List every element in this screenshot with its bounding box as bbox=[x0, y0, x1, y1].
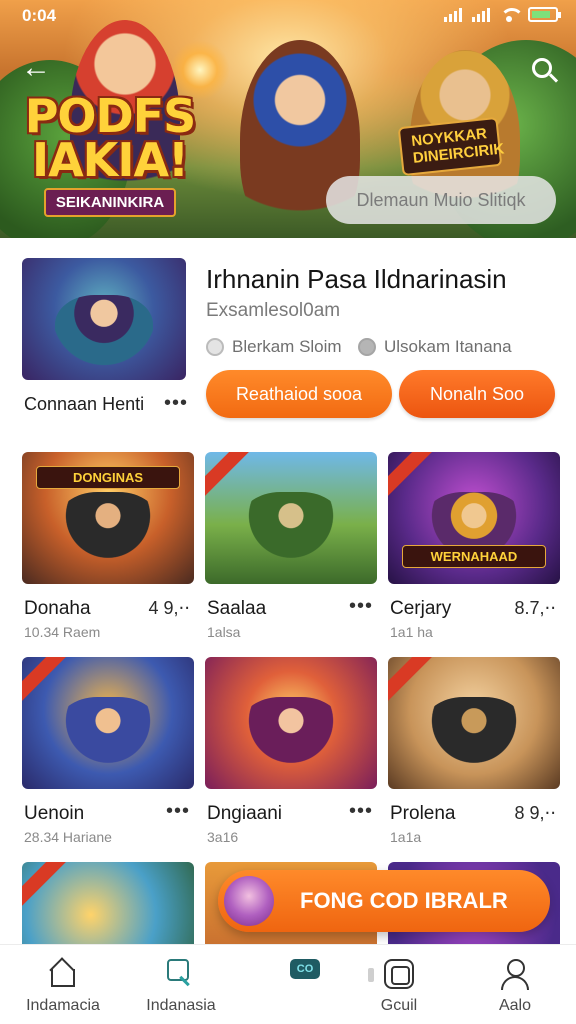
nav-item-home[interactable]: Indamacia bbox=[8, 945, 118, 1024]
search-button[interactable] bbox=[522, 48, 562, 88]
game-card[interactable]: Saalaa ••• 1alsa bbox=[205, 452, 377, 642]
game-thumbnail bbox=[205, 657, 377, 789]
game-thumbnail bbox=[22, 862, 194, 944]
more-options-button[interactable]: ••• bbox=[349, 595, 373, 618]
game-art bbox=[56, 696, 160, 776]
mascot-avatar-icon bbox=[224, 876, 274, 926]
game-card[interactable] bbox=[22, 862, 194, 944]
game-rating: 8 9,⋅⋅ bbox=[514, 803, 556, 823]
game-art bbox=[239, 491, 343, 571]
hero-banner[interactable]: 0:04 ← PODFS IAKIA! SEIKANINKIRA NOYKKAR… bbox=[0, 0, 576, 238]
game-logo: PODFS IAKIA! SEIKANINKIRA bbox=[20, 89, 200, 218]
hero-event-badge: NOYKKAR DINEIRCIRIK bbox=[397, 116, 505, 177]
search-icon bbox=[167, 959, 195, 987]
games-icon: CO bbox=[290, 959, 320, 979]
nav-divider bbox=[368, 968, 374, 982]
game-rating: 8.7,⋅⋅ bbox=[514, 598, 556, 618]
game-meta: 3a16 bbox=[207, 829, 239, 845]
battery-icon bbox=[528, 7, 561, 22]
featured-game-thumbnail[interactable] bbox=[22, 258, 186, 380]
featured-more-button[interactable]: ••• bbox=[164, 392, 188, 415]
game-thumbnail bbox=[205, 452, 377, 584]
nav-label: Indanasia bbox=[146, 997, 216, 1014]
console-icon bbox=[384, 959, 414, 989]
status-time: 0:04 bbox=[22, 6, 57, 25]
game-card[interactable]: Uenoin ••• 28.34 Hariane bbox=[22, 657, 194, 847]
game-name: Dngiaani bbox=[207, 803, 282, 824]
game-thumbnail bbox=[388, 657, 560, 789]
new-ribbon bbox=[205, 452, 252, 499]
featured-meta-2: Ulsokam Itanana bbox=[358, 337, 512, 357]
game-thumbnail: DONGINAS bbox=[22, 452, 194, 584]
game-art bbox=[56, 491, 160, 571]
game-thumbnail: WERNAHAAD bbox=[388, 452, 560, 584]
game-name: Cerjary bbox=[390, 598, 452, 619]
featured-subtitle: Exsamlesol0am bbox=[206, 300, 341, 321]
game-name: Uenoin bbox=[24, 803, 85, 824]
back-button[interactable]: ← bbox=[16, 48, 56, 88]
game-thumbnail-caption: WERNAHAAD bbox=[402, 545, 546, 568]
floating-cta-button[interactable]: FONG COD IBRALR bbox=[218, 870, 550, 932]
new-ribbon bbox=[388, 657, 435, 704]
featured-meta-1: Blerkam Sloim bbox=[206, 337, 342, 357]
game-name: Saalaa bbox=[207, 598, 267, 619]
nav-item-profile[interactable]: Aalo bbox=[460, 945, 570, 1024]
game-art bbox=[422, 696, 526, 776]
featured-game-art bbox=[54, 294, 154, 368]
featured-title: Irhnanin Pasa Ildnarinasin bbox=[206, 264, 507, 294]
secondary-action-button[interactable]: Nonaln Soo bbox=[399, 370, 555, 418]
filled-circle-icon bbox=[358, 338, 376, 356]
arrow-left-icon: ← bbox=[21, 51, 51, 84]
new-ribbon bbox=[22, 657, 69, 704]
game-card[interactable]: Dngiaani ••• 3a16 bbox=[205, 657, 377, 847]
game-meta: 1a1a bbox=[390, 829, 422, 845]
home-icon bbox=[50, 959, 76, 987]
nav-item-games[interactable]: CO bbox=[280, 945, 330, 1024]
game-logo-title: PODFS IAKIA! bbox=[24, 89, 197, 187]
game-meta: 1alsa bbox=[207, 624, 241, 640]
game-meta: 28.34 Hariane bbox=[24, 829, 112, 845]
search-icon bbox=[532, 58, 552, 78]
status-icons bbox=[444, 7, 561, 22]
nav-label: Indamacia bbox=[26, 997, 100, 1014]
game-thumbnail-caption: DONGINAS bbox=[36, 466, 180, 489]
game-meta: 10.34 Raem bbox=[24, 624, 101, 640]
game-card[interactable]: DONGINAS Donaha 4 9,⋅⋅ 10.34 Raem bbox=[22, 452, 194, 642]
signal-2-icon bbox=[472, 7, 490, 22]
game-logo-subtitle: SEIKANINKIRA bbox=[43, 188, 177, 218]
game-name: Donaha bbox=[24, 598, 91, 619]
nav-label: Aalo bbox=[498, 997, 532, 1014]
status-bar: 0:04 bbox=[0, 0, 576, 30]
circle-icon bbox=[206, 338, 224, 356]
featured-meta-1-text: Blerkam Sloim bbox=[232, 337, 342, 356]
game-rating: 4 9,⋅⋅ bbox=[148, 598, 190, 618]
game-card[interactable]: Prolena 8 9,⋅⋅ 1a1a bbox=[388, 657, 560, 847]
hero-action-pill[interactable]: Dlemaun Muio Slitiqk bbox=[326, 176, 556, 224]
nav-item-search[interactable]: Indanasia bbox=[126, 945, 236, 1024]
game-card[interactable]: WERNAHAAD Cerjary 8.7,⋅⋅ 1a1 ha bbox=[388, 452, 560, 642]
nav-item-console[interactable]: Gcuil bbox=[344, 945, 454, 1024]
more-options-button[interactable]: ••• bbox=[166, 800, 190, 823]
more-options-button[interactable]: ••• bbox=[349, 800, 373, 823]
new-ribbon bbox=[388, 452, 435, 499]
featured-meta-2-text: Ulsokam Itanana bbox=[384, 337, 512, 356]
primary-action-button[interactable]: Reathaiod sooa bbox=[206, 370, 392, 418]
bottom-nav: Indamacia Indanasia CO Gcuil Aalo bbox=[0, 944, 576, 1024]
game-name: Prolena bbox=[390, 803, 456, 824]
profile-icon bbox=[501, 959, 529, 990]
signal-icon bbox=[444, 7, 462, 22]
floating-cta-label: FONG COD IBRALR bbox=[300, 888, 508, 913]
wifi-icon bbox=[500, 7, 524, 22]
new-ribbon bbox=[22, 862, 69, 909]
game-meta: 1a1 ha bbox=[390, 624, 433, 640]
featured-game-label: Connaan Henti bbox=[24, 394, 145, 414]
nav-label: Gcuil bbox=[380, 997, 418, 1014]
game-art bbox=[239, 696, 343, 776]
game-thumbnail bbox=[22, 657, 194, 789]
